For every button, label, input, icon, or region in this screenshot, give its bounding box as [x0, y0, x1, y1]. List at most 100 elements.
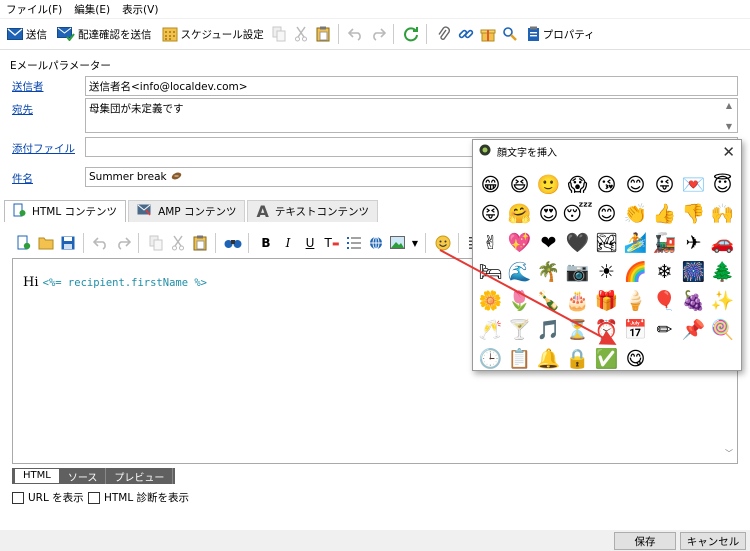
- cut-icon[interactable]: [168, 233, 188, 253]
- insert-image-icon[interactable]: [388, 233, 408, 253]
- bullet-list-icon[interactable]: [344, 233, 364, 253]
- emoji-option[interactable]: 😴: [562, 199, 592, 228]
- find-binoculars-icon[interactable]: [223, 233, 243, 253]
- emoji-option[interactable]: 😊: [592, 199, 621, 228]
- emoji-option[interactable]: ✏: [650, 315, 679, 344]
- undo-icon[interactable]: [346, 24, 366, 44]
- insert-emoji-smiley-icon[interactable]: [433, 233, 453, 253]
- menu-view[interactable]: 表示(V): [116, 2, 164, 17]
- emoji-option[interactable]: 🎵: [534, 315, 563, 344]
- undo-icon[interactable]: [91, 233, 111, 253]
- attachment-label[interactable]: 添付ファイル: [12, 141, 75, 156]
- tab-amp-content[interactable]: AMP コンテンツ: [128, 200, 246, 222]
- emoji-option[interactable]: 📌: [679, 315, 708, 344]
- save-disk-icon[interactable]: [58, 233, 78, 253]
- scroll-down-icon[interactable]: ﹀: [725, 448, 733, 459]
- emoji-option[interactable]: 🥂: [476, 315, 505, 344]
- gift-icon[interactable]: [478, 24, 498, 44]
- emoji-option[interactable]: 🌲: [708, 257, 737, 286]
- schedule-settings-button[interactable]: スケジュール設定: [159, 24, 267, 44]
- checkbox-box[interactable]: [88, 491, 100, 504]
- emoji-option[interactable]: 📷: [563, 257, 592, 286]
- emoji-option[interactable]: 🏄: [621, 228, 650, 257]
- emoji-option[interactable]: 🙌: [708, 199, 737, 228]
- emoji-option[interactable]: ✨: [708, 286, 737, 315]
- copy-icon[interactable]: [269, 24, 289, 44]
- emoji-option[interactable]: ❄: [650, 257, 679, 286]
- emoji-option[interactable]: 😍: [534, 199, 563, 228]
- tab-html-mode[interactable]: HTML: [14, 468, 60, 484]
- show-html-diagnostics-checkbox[interactable]: HTML 診断を表示: [88, 490, 189, 505]
- scroll-up-icon[interactable]: ▲: [726, 101, 732, 110]
- emoji-option[interactable]: 🔔: [534, 344, 563, 373]
- emoji-option[interactable]: 👎: [679, 199, 708, 228]
- insert-link-globe-icon[interactable]: [366, 233, 386, 253]
- recipient-label[interactable]: 宛先: [12, 102, 33, 117]
- close-icon[interactable]: ✕: [722, 143, 735, 161]
- emoji-option[interactable]: 🚂: [650, 228, 679, 257]
- emoji-option[interactable]: 😝: [476, 199, 505, 228]
- emoji-option[interactable]: 💌: [679, 170, 708, 199]
- subject-label[interactable]: 件名: [12, 171, 33, 186]
- emoji-option[interactable]: 📋: [505, 344, 534, 373]
- emoji-option[interactable]: 🍾: [534, 286, 563, 315]
- emoji-option[interactable]: ☀: [592, 257, 621, 286]
- emoji-option[interactable]: 👍: [650, 199, 679, 228]
- tab-html-content[interactable]: HTML コンテンツ: [4, 200, 127, 222]
- emoji-option[interactable]: 🛏: [476, 257, 505, 286]
- scroll-down-icon[interactable]: ▼: [726, 122, 732, 131]
- emoji-option[interactable]: 🍭: [708, 315, 737, 344]
- personalization-field[interactable]: <%= recipient.firstName %>: [43, 277, 207, 289]
- emoji-option[interactable]: 🌊: [505, 257, 534, 286]
- send-with-confirmation-button[interactable]: 配達確認を送信: [54, 25, 155, 44]
- redo-icon[interactable]: [368, 24, 388, 44]
- cancel-button[interactable]: キャンセル: [680, 532, 746, 550]
- emoji-option[interactable]: 😁: [476, 170, 505, 199]
- tab-preview-mode[interactable]: プレビュー: [106, 468, 174, 484]
- emoji-option[interactable]: 🎆: [679, 257, 708, 286]
- italic-icon[interactable]: I: [278, 233, 298, 253]
- underline-icon[interactable]: U: [300, 233, 320, 253]
- emoji-option[interactable]: 🍇: [679, 286, 708, 315]
- emoji-option[interactable]: 🍸: [505, 315, 534, 344]
- emoji-option[interactable]: ❤: [534, 228, 563, 257]
- recipient-scrollbar[interactable]: ▲ ▼: [723, 101, 735, 131]
- emoji-option[interactable]: ⏳: [563, 315, 592, 344]
- redo-icon[interactable]: [113, 233, 133, 253]
- emoji-option[interactable]: 🌷: [505, 286, 534, 315]
- emoji-option[interactable]: 😘: [592, 170, 621, 199]
- emoji-option[interactable]: ✈: [679, 228, 708, 257]
- emoji-option[interactable]: 🤗: [505, 199, 534, 228]
- emoji-option[interactable]: 🌴: [534, 257, 563, 286]
- cut-icon[interactable]: [291, 24, 311, 44]
- new-document-icon[interactable]: [14, 233, 34, 253]
- attachment-icon[interactable]: [434, 24, 454, 44]
- link-icon[interactable]: [456, 24, 476, 44]
- emoji-option[interactable]: 😜: [650, 170, 679, 199]
- emoji-option[interactable]: 🌼: [476, 286, 505, 315]
- emoji-option[interactable]: ⏰: [592, 315, 621, 344]
- emoji-option[interactable]: 🔒: [563, 344, 592, 373]
- emoji-option[interactable]: 🎁: [592, 286, 621, 315]
- checkbox-box[interactable]: [12, 491, 24, 504]
- emoji-option[interactable]: 😇: [708, 170, 737, 199]
- send-button[interactable]: 送信: [4, 25, 50, 44]
- sender-label[interactable]: 送信者: [12, 79, 44, 94]
- emoji-option[interactable]: ✌: [476, 228, 505, 257]
- show-urls-checkbox[interactable]: URL を表示: [12, 490, 84, 505]
- emoji-option[interactable]: 💖: [505, 228, 534, 257]
- emoji-option[interactable]: 🏞: [592, 228, 621, 257]
- emoji-option[interactable]: 🎂: [563, 286, 592, 315]
- properties-button[interactable]: プロパティ: [524, 24, 598, 44]
- paste-icon[interactable]: [190, 233, 210, 253]
- emoji-option[interactable]: ✅: [592, 344, 621, 373]
- refresh-icon[interactable]: [401, 24, 421, 44]
- paste-icon[interactable]: [313, 24, 333, 44]
- emoji-option[interactable]: 😆: [505, 170, 534, 199]
- emoji-option[interactable]: 🖤: [563, 228, 592, 257]
- save-button[interactable]: 保存: [614, 532, 676, 550]
- emoji-option[interactable]: 👏: [621, 199, 650, 228]
- recipient-field[interactable]: 母集団が未定義です ▲ ▼: [85, 98, 738, 133]
- menu-file[interactable]: ファイル(F): [0, 2, 68, 17]
- tab-source-mode[interactable]: ソース: [60, 468, 107, 484]
